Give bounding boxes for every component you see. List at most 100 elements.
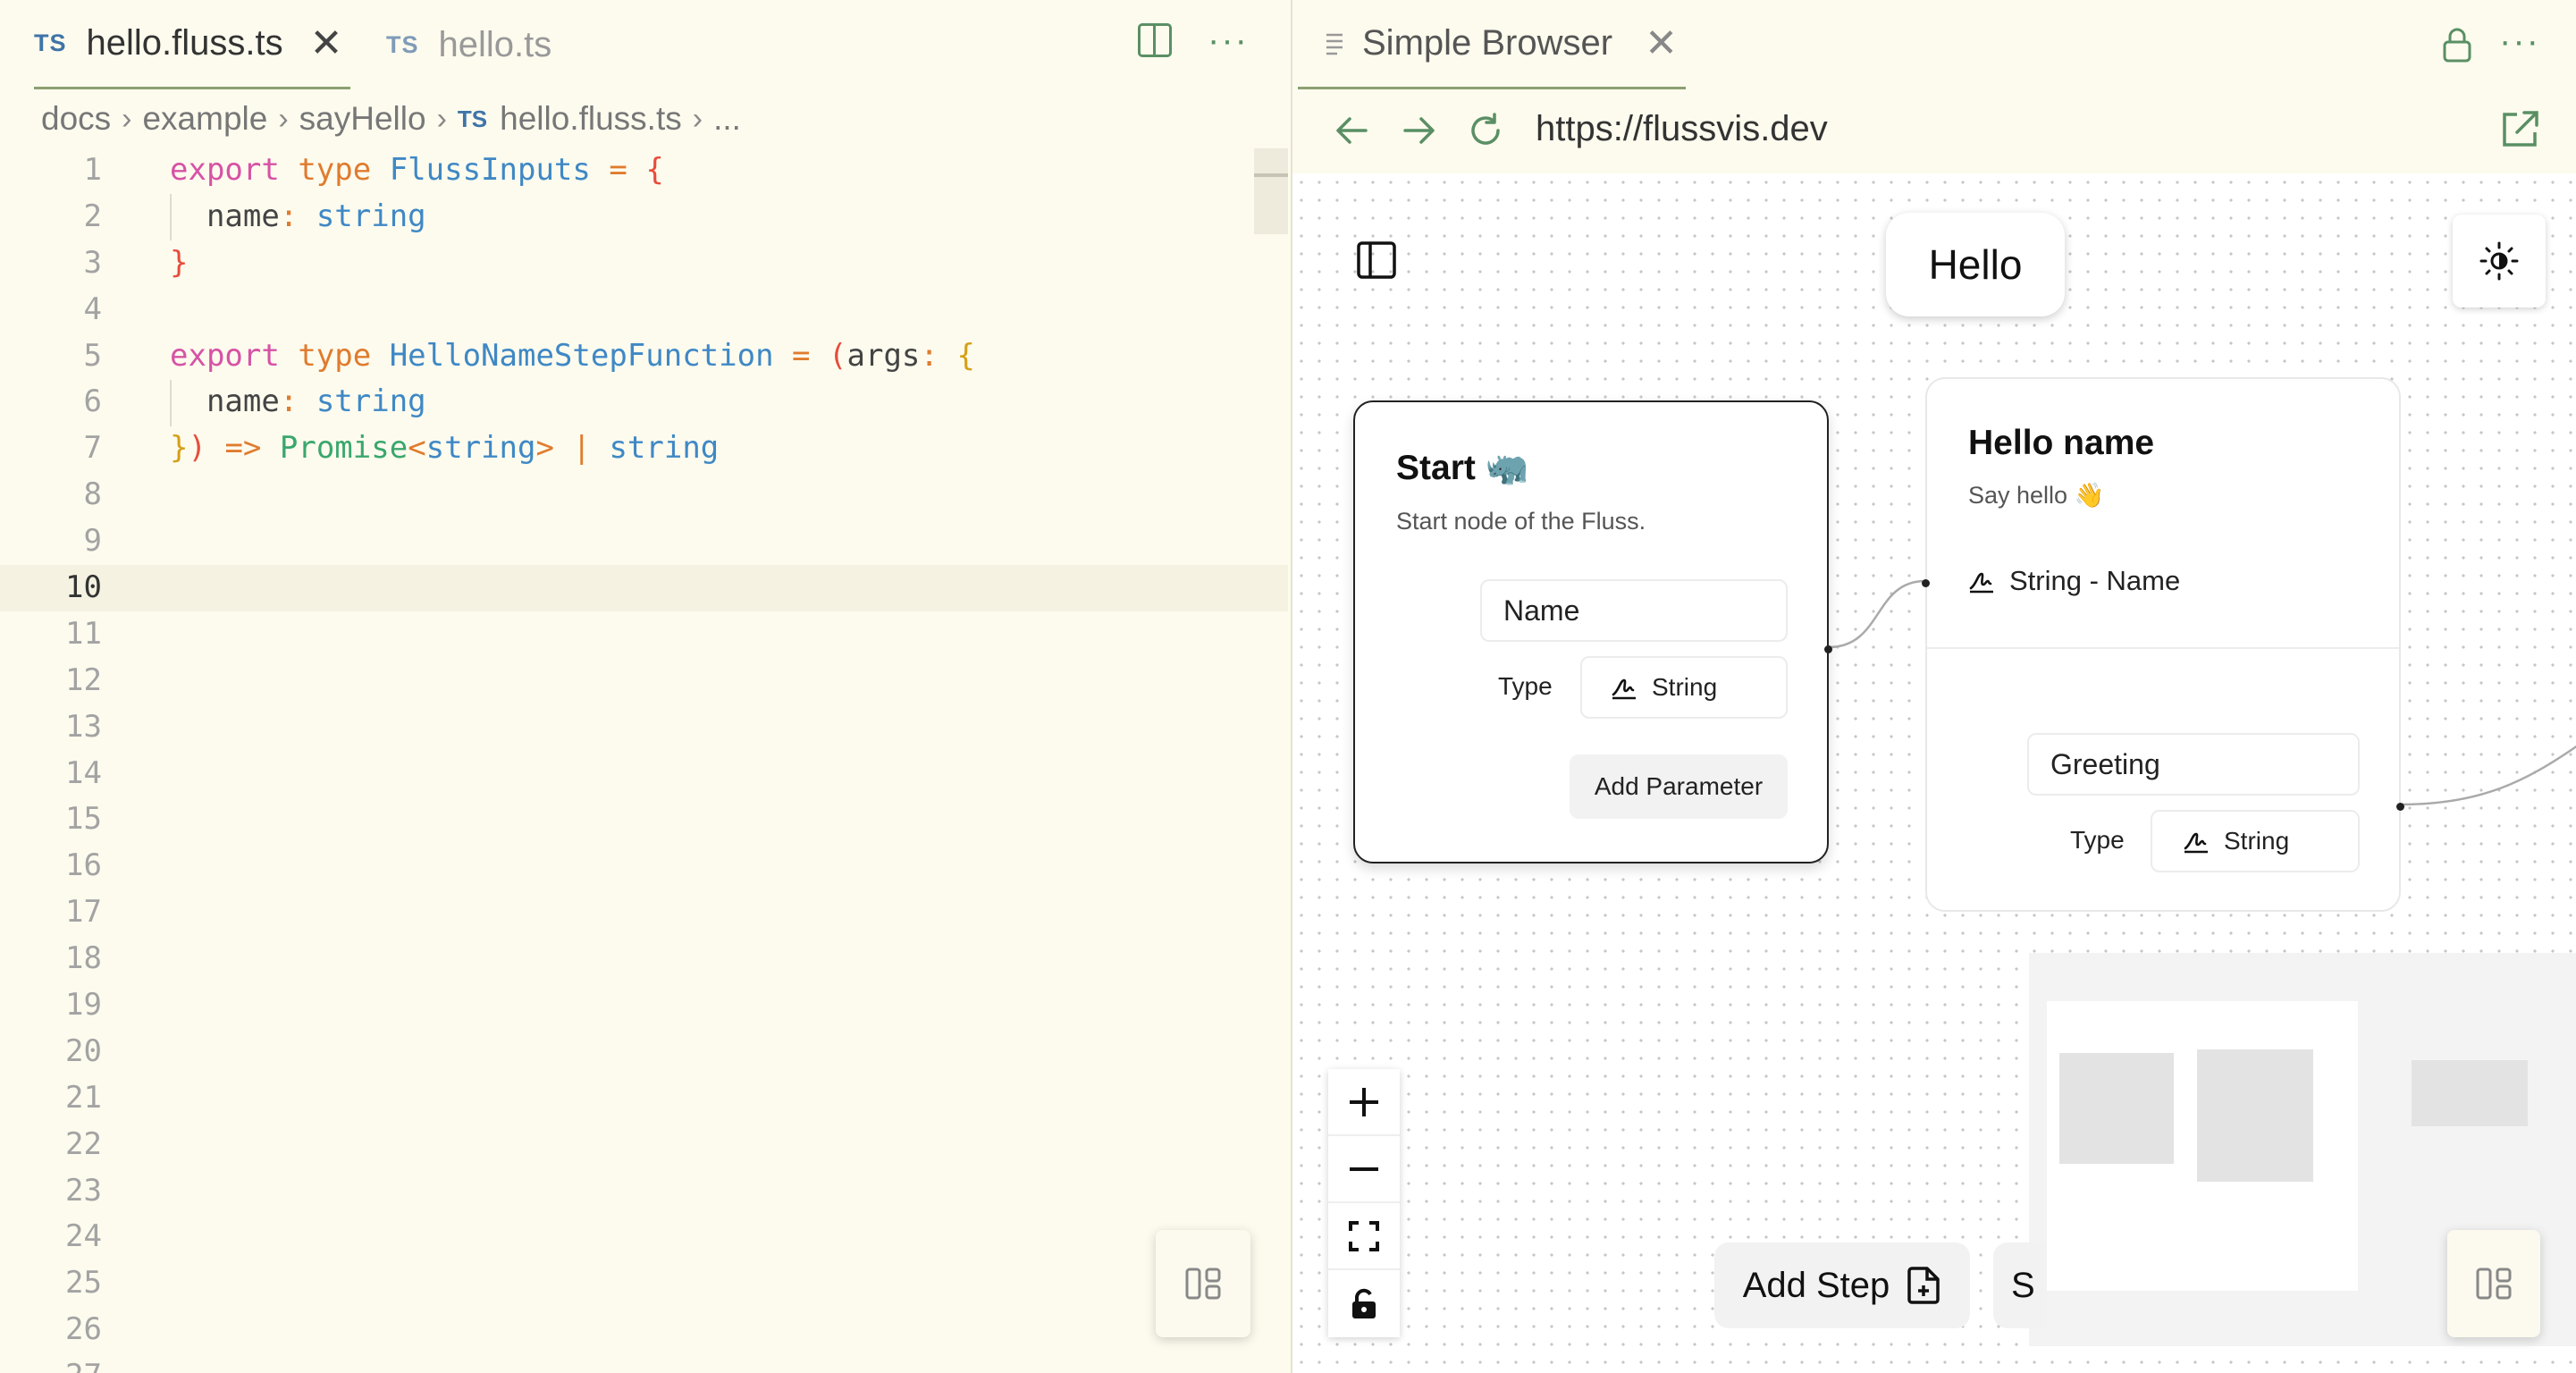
typescript-icon: TS xyxy=(34,29,67,56)
add-parameter-button[interactable]: Add Parameter xyxy=(1570,754,1788,819)
node-description: Start node of the Fluss. xyxy=(1396,508,1646,535)
signature-icon xyxy=(1969,572,1993,594)
close-icon[interactable]: ✕ xyxy=(310,23,343,63)
reload-icon[interactable] xyxy=(1466,111,1505,150)
node-title: Start 🦏 xyxy=(1396,449,1529,487)
lock-interaction-button[interactable] xyxy=(1328,1270,1400,1337)
code-line: 23 xyxy=(0,1168,1288,1215)
layout-toggle-button[interactable] xyxy=(2447,1230,2540,1337)
line-number: 18 xyxy=(65,940,102,977)
browser-tab-bar: Simple Browser ✕ ··· xyxy=(1292,0,2576,89)
line-number: 1 xyxy=(83,152,102,188)
forward-arrow-icon[interactable] xyxy=(1400,111,1439,150)
breadcrumb-example[interactable]: example xyxy=(142,100,267,138)
back-arrow-icon[interactable] xyxy=(1332,111,1371,150)
zoom-in-button[interactable] xyxy=(1328,1069,1400,1136)
output-name-input[interactable]: Greeting xyxy=(2027,733,2360,796)
zoom-out-button[interactable] xyxy=(1328,1136,1400,1203)
code-editor[interactable]: TS hello.fluss.ts ✕ TS hello.ts ··· docs… xyxy=(0,0,1288,1373)
node-divider xyxy=(1927,647,2399,649)
signature-icon xyxy=(2184,832,2208,854)
line-number: 7 xyxy=(83,430,102,467)
code-line: 18 xyxy=(0,936,1288,982)
line-number: 13 xyxy=(65,708,102,745)
line-number: 4 xyxy=(83,291,102,327)
parameter-name-input[interactable]: Name xyxy=(1480,579,1788,642)
code-line: 15 xyxy=(0,796,1288,843)
code-line: 2 name: string xyxy=(0,194,1288,240)
code-line: 19 xyxy=(0,982,1288,1029)
hello-name-node[interactable]: Hello name Say hello 👋 String - Name Gre… xyxy=(1922,377,2404,912)
code-text: name: string xyxy=(206,198,426,234)
plus-icon xyxy=(1350,1087,1378,1116)
fit-view-button[interactable] xyxy=(1328,1203,1400,1270)
line-number: 10 xyxy=(65,569,102,606)
code-line: 26 xyxy=(0,1307,1288,1353)
node-description: Say hello 👋 xyxy=(1968,482,2105,509)
chevron-right-icon: › xyxy=(278,101,289,136)
simple-browser: Simple Browser ✕ ··· https://flussvis.de… xyxy=(1291,0,2576,1373)
tab-label: hello.ts xyxy=(438,24,552,64)
code-line: 4 xyxy=(0,287,1288,333)
type-label: Type xyxy=(1498,672,1553,700)
more-actions-icon[interactable]: ··· xyxy=(2499,21,2540,62)
open-external-icon[interactable] xyxy=(2499,109,2540,150)
split-editor-icon[interactable] xyxy=(1138,23,1173,57)
flow-canvas[interactable]: Hello Start 🦏 Start node of the Fluss. N… xyxy=(1292,173,2576,1373)
more-actions-icon[interactable]: ··· xyxy=(1208,22,1249,58)
chevron-right-icon: › xyxy=(692,101,703,136)
line-number: 2 xyxy=(83,198,102,234)
url-input[interactable]: https://flussvis.dev xyxy=(1536,109,1828,149)
minus-icon xyxy=(1350,1167,1378,1171)
code-area[interactable]: 1 export type FlussInputs = { 2 name: str… xyxy=(0,147,1288,1373)
code-line: 22 xyxy=(0,1122,1288,1168)
secondary-button[interactable]: S xyxy=(1993,1242,2047,1328)
line-number: 15 xyxy=(65,801,102,838)
output-handle[interactable] xyxy=(1824,645,1832,653)
tab-label: hello.fluss.ts xyxy=(86,23,283,63)
code-line: 20 xyxy=(0,1029,1288,1075)
input-handle[interactable] xyxy=(1922,579,1930,587)
typescript-icon: TS xyxy=(386,30,419,58)
layout-toggle-button[interactable] xyxy=(1156,1230,1250,1337)
line-number: 24 xyxy=(65,1218,102,1255)
code-line: 17 xyxy=(0,889,1288,936)
minimap-node xyxy=(2412,1060,2528,1126)
code-text: } xyxy=(170,244,189,281)
line-number: 20 xyxy=(65,1032,102,1069)
add-step-button[interactable]: Add Step xyxy=(1714,1242,1970,1328)
line-number: 14 xyxy=(65,754,102,791)
code-line: 27 xyxy=(0,1353,1288,1373)
code-line: 5 export type HelloNameStepFunction = (ar… xyxy=(0,333,1288,380)
tab-hello-fluss-ts[interactable]: TS hello.fluss.ts ✕ xyxy=(34,0,350,89)
breadcrumb-symbols[interactable]: ... xyxy=(713,100,741,138)
input-parameter: String - Name xyxy=(1968,565,2180,597)
line-number: 8 xyxy=(83,476,102,513)
input-parameter-label: String - Name xyxy=(2009,565,2181,596)
close-icon[interactable]: ✕ xyxy=(1645,21,1678,66)
breadcrumb-sayhello[interactable]: sayHello xyxy=(299,100,426,138)
url-bar: https://flussvis.dev xyxy=(1292,89,2576,173)
breadcrumb-file[interactable]: hello.fluss.ts xyxy=(500,100,682,138)
line-number: 26 xyxy=(65,1311,102,1348)
chevron-right-icon: › xyxy=(122,101,132,136)
tab-label: Simple Browser xyxy=(1362,23,1613,63)
start-node[interactable]: Start 🦏 Start node of the Fluss. Name Ty… xyxy=(1353,400,1832,863)
line-number: 23 xyxy=(65,1172,102,1209)
add-step-label: Add Step xyxy=(1742,1265,1890,1305)
layout-icon xyxy=(1185,1268,1221,1300)
line-number: 25 xyxy=(65,1265,102,1301)
line-number: 27 xyxy=(0,1353,102,1373)
code-line: 24 xyxy=(0,1214,1288,1260)
lock-icon[interactable] xyxy=(2442,27,2472,63)
line-number: 11 xyxy=(65,615,102,652)
editor-minimap[interactable] xyxy=(1254,148,1288,234)
breadcrumb-docs[interactable]: docs xyxy=(41,100,111,138)
type-select[interactable]: String xyxy=(1580,656,1788,719)
tab-simple-browser[interactable]: Simple Browser ✕ xyxy=(1298,0,1686,89)
tab-hello-ts[interactable]: TS hello.ts xyxy=(386,0,551,89)
code-line: 11 xyxy=(0,611,1288,658)
type-select[interactable]: String xyxy=(2151,810,2360,872)
breadcrumb: docs › example › sayHello › TS hello.flu… xyxy=(41,97,741,141)
output-handle[interactable] xyxy=(2396,803,2404,811)
